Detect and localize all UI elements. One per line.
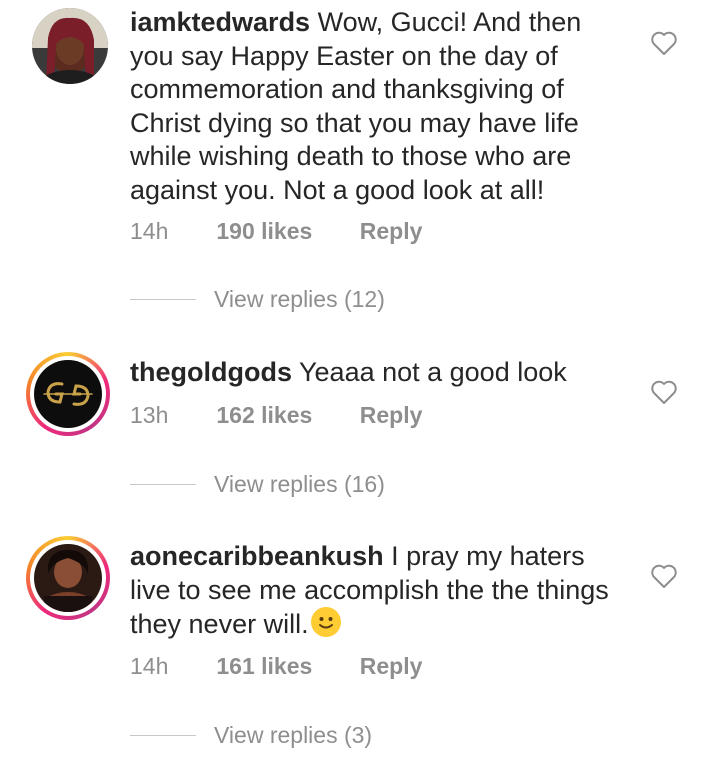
comment-meta: 14h 161 likes Reply — [130, 653, 422, 680]
replies-divider — [130, 484, 196, 485]
comment-text: aonecaribbeankush I pray my haters live … — [130, 540, 630, 642]
comment-likes[interactable]: 161 likes — [216, 653, 353, 680]
gold-gods-logo — [34, 360, 102, 428]
comment-text: thegoldgods Yeaaa not a good look — [130, 356, 630, 390]
view-replies-button[interactable]: View replies (3) — [214, 722, 372, 749]
view-replies-button[interactable]: View replies (16) — [214, 471, 385, 498]
heart-outline-icon[interactable] — [650, 563, 678, 589]
comment-time: 14h — [130, 218, 169, 244]
heart-outline-icon[interactable] — [650, 379, 678, 405]
comment-meta: 13h 162 likes Reply — [130, 402, 422, 429]
comment-item: iamktedwards Wow, Gucci! And then you sa… — [0, 0, 720, 330]
comment-item: thegoldgods Yeaaa not a good look 13h 16… — [0, 348, 720, 508]
replies-divider — [130, 735, 196, 736]
comment-username[interactable]: thegoldgods — [130, 357, 292, 387]
reply-button[interactable]: Reply — [360, 218, 423, 245]
reply-button[interactable]: Reply — [360, 402, 423, 429]
smiling-face-emoji — [310, 607, 341, 637]
avatar[interactable] — [26, 536, 110, 620]
comment-time: 14h — [130, 653, 169, 679]
comment-text: iamktedwards Wow, Gucci! And then you sa… — [130, 6, 630, 207]
comment-time: 13h — [130, 402, 169, 428]
replies-divider — [130, 299, 196, 300]
heart-outline-icon[interactable] — [650, 30, 678, 56]
comment-likes[interactable]: 162 likes — [216, 402, 353, 429]
comment-username[interactable]: aonecaribbeankush — [130, 541, 384, 571]
avatar-photo — [32, 8, 108, 84]
comment-likes[interactable]: 190 likes — [216, 218, 353, 245]
avatar[interactable] — [32, 8, 108, 84]
avatar-photo — [34, 544, 102, 612]
comment-username[interactable]: iamktedwards — [130, 7, 310, 37]
comment-item: aonecaribbeankush I pray my haters live … — [0, 534, 720, 757]
view-replies-button[interactable]: View replies (12) — [214, 286, 385, 313]
reply-button[interactable]: Reply — [360, 653, 423, 680]
comment-body: Yeaaa not a good look — [299, 357, 567, 387]
avatar[interactable] — [26, 352, 110, 436]
comment-meta: 14h 190 likes Reply — [130, 218, 422, 245]
